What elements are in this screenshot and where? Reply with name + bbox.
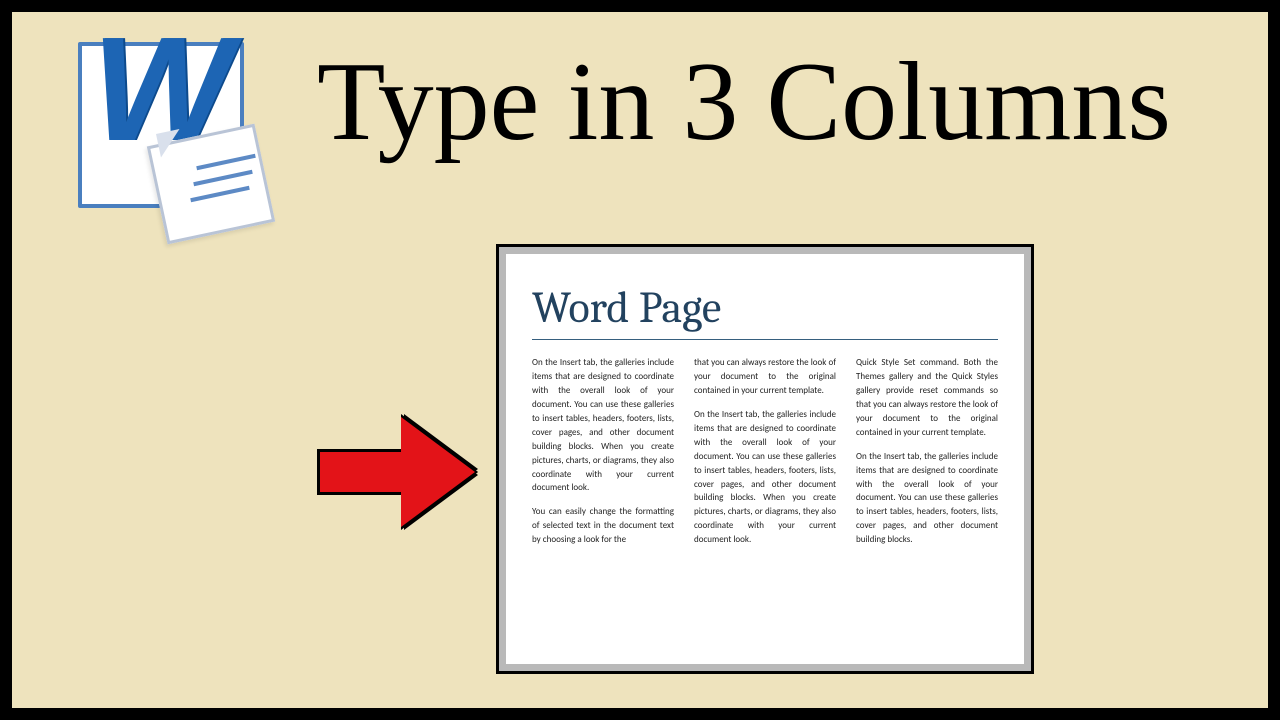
paragraph: Quick Style Set command. Both the Themes… [856, 356, 998, 440]
arrow-head [401, 417, 475, 527]
page-title: Type in 3 Columns [317, 38, 1171, 167]
document-page: Word Page On the Insert tab, the galleri… [506, 254, 1024, 664]
word-icon-fold [156, 129, 184, 157]
paragraph: On the Insert tab, the galleries include… [532, 356, 674, 495]
arrow-icon [317, 417, 477, 527]
paragraph: that you can always restore the look of … [694, 356, 836, 398]
column-3: Quick Style Set command. Both the Themes… [856, 356, 998, 557]
paragraph: You can easily change the formatting of … [532, 505, 674, 547]
column-2: that you can always restore the look of … [694, 356, 836, 557]
document-heading: Word Page [532, 282, 998, 340]
paragraph: On the Insert tab, the galleries include… [856, 450, 998, 548]
word-icon: W [60, 36, 260, 236]
column-1: On the Insert tab, the galleries include… [532, 356, 674, 557]
arrow-shaft [317, 449, 401, 495]
paragraph: On the Insert tab, the galleries include… [694, 408, 836, 547]
document-columns: On the Insert tab, the galleries include… [532, 356, 998, 557]
document-frame: Word Page On the Insert tab, the galleri… [496, 244, 1034, 674]
